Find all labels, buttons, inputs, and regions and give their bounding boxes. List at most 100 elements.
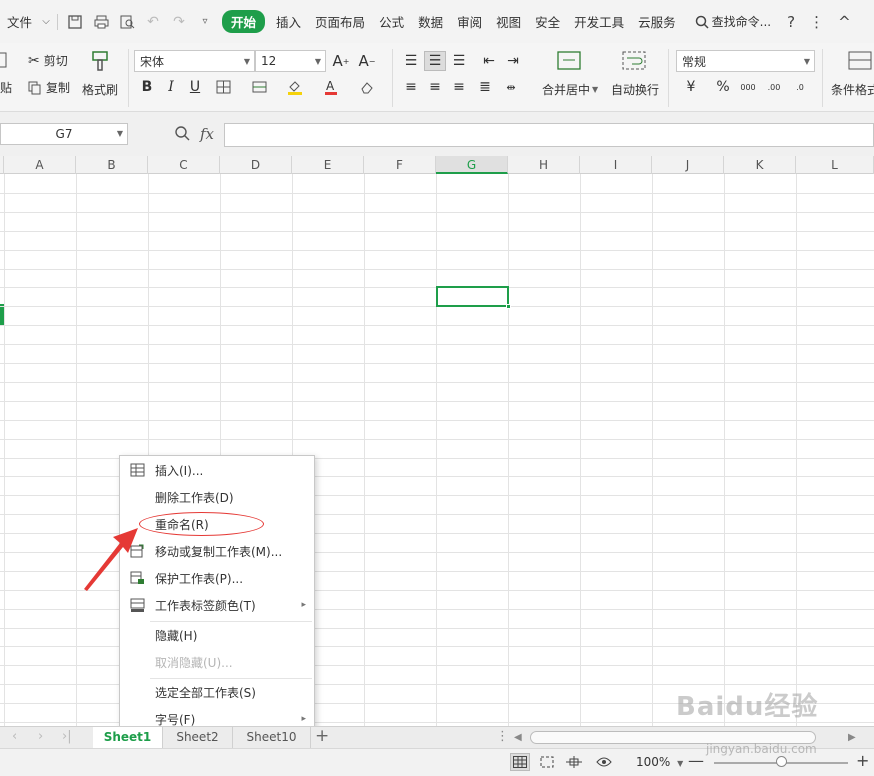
- underline-icon[interactable]: U: [184, 77, 206, 97]
- tab-cloud[interactable]: 云服务: [631, 12, 683, 31]
- cell-style-icon[interactable]: [248, 77, 270, 97]
- reading-mode-icon[interactable]: [564, 753, 584, 771]
- print-preview-icon[interactable]: [114, 11, 140, 33]
- menu-item-tab-color[interactable]: 工作表标签颜色(T) ▸: [120, 593, 314, 617]
- align-middle-icon[interactable]: ☰: [424, 51, 446, 71]
- zoom-slider-knob[interactable]: [776, 756, 787, 767]
- format-painter-button[interactable]: 格式刷: [82, 81, 118, 98]
- column-header[interactable]: A: [4, 156, 76, 174]
- paste-button[interactable]: 贴: [0, 79, 12, 96]
- tab-data[interactable]: 数据: [411, 12, 450, 31]
- number-format-select[interactable]: 常规 ▼: [676, 50, 815, 72]
- customize-icon[interactable]: ▿: [192, 11, 218, 33]
- justify-icon[interactable]: ≣: [474, 77, 496, 97]
- command-search[interactable]: 查找命令...: [695, 13, 771, 30]
- copy-button[interactable]: 复制: [28, 79, 70, 96]
- menu-item-hide[interactable]: 隐藏(H): [120, 623, 314, 647]
- prev-sheet-icon[interactable]: ›: [38, 729, 43, 744]
- fx-icon[interactable]: fx: [200, 125, 214, 143]
- font-color-icon[interactable]: A: [320, 77, 342, 97]
- menu-item-delete-sheet[interactable]: 删除工作表(D): [120, 485, 314, 509]
- collapse-ribbon-icon[interactable]: ^: [838, 13, 851, 31]
- eye-protection-icon[interactable]: [594, 753, 614, 771]
- sheet-tab-sheet2[interactable]: Sheet2: [163, 727, 233, 748]
- align-top-icon[interactable]: ☰: [400, 51, 422, 71]
- column-header[interactable]: K: [724, 156, 796, 174]
- font-size-select[interactable]: 12 ▼: [255, 50, 326, 72]
- scroll-right-icon[interactable]: ▶: [848, 732, 856, 743]
- merge-center-button[interactable]: 合并居中 ▼: [542, 81, 598, 98]
- redo-icon[interactable]: ↷: [166, 11, 192, 33]
- italic-icon[interactable]: I: [160, 77, 182, 97]
- tab-developer[interactable]: 开发工具: [567, 12, 631, 31]
- column-header[interactable]: F: [364, 156, 436, 174]
- fill-handle[interactable]: [506, 304, 511, 309]
- zoom-level[interactable]: 100% ▼: [636, 755, 683, 769]
- currency-icon[interactable]: ¥: [680, 77, 702, 97]
- undo-icon[interactable]: ↶: [140, 11, 166, 33]
- align-center-icon[interactable]: ≡: [424, 77, 446, 97]
- chevron-down-icon[interactable]: ⌵: [39, 11, 53, 33]
- column-header[interactable]: H: [508, 156, 580, 174]
- menu-item-move-copy[interactable]: 移动或复制工作表(M)...: [120, 539, 314, 563]
- tab-security[interactable]: 安全: [528, 12, 567, 31]
- tab-start[interactable]: 开始: [222, 10, 266, 33]
- column-header[interactable]: C: [148, 156, 220, 174]
- bold-icon[interactable]: B: [136, 77, 158, 97]
- percent-icon[interactable]: %: [712, 77, 734, 97]
- align-left-icon[interactable]: ≡: [400, 77, 422, 97]
- normal-view-icon[interactable]: [510, 753, 530, 771]
- decrease-font-icon[interactable]: A −: [356, 51, 378, 71]
- eraser-icon[interactable]: [356, 77, 378, 97]
- add-sheet-button[interactable]: +: [315, 726, 329, 746]
- active-cell[interactable]: [436, 286, 511, 309]
- scroll-left-icon[interactable]: ◀: [514, 732, 522, 743]
- more-icon[interactable]: ⋮: [809, 13, 824, 31]
- font-name-select[interactable]: 宋体 ▼: [134, 50, 255, 72]
- decrease-indent-icon[interactable]: ⇤: [478, 51, 500, 71]
- column-header[interactable]: E: [292, 156, 364, 174]
- sheet-tab-sheet10[interactable]: Sheet10: [233, 727, 311, 748]
- zoom-in-button[interactable]: +: [856, 751, 869, 770]
- menu-file[interactable]: 文件: [0, 12, 39, 31]
- zoom-search-icon[interactable]: [174, 125, 190, 145]
- last-sheet-icon[interactable]: ›|: [62, 729, 72, 744]
- column-header[interactable]: B: [76, 156, 148, 174]
- menu-item-insert[interactable]: 插入(I)...: [120, 458, 314, 482]
- first-sheet-icon[interactable]: ‹: [12, 729, 17, 744]
- thousands-icon[interactable]: 000: [737, 77, 759, 97]
- distributed-icon[interactable]: ⇹: [500, 77, 522, 97]
- column-header-active[interactable]: G: [436, 156, 508, 174]
- sheet-tab-sheet1[interactable]: Sheet1: [93, 727, 163, 748]
- tab-page-layout[interactable]: 页面布局: [308, 12, 372, 31]
- name-box[interactable]: G7 ▼: [0, 123, 128, 145]
- decrease-decimal-icon[interactable]: .0: [789, 77, 811, 97]
- increase-font-icon[interactable]: A +: [330, 51, 352, 71]
- menu-item-select-all-sheets[interactable]: 选定全部工作表(S): [120, 680, 314, 704]
- save-icon[interactable]: [62, 11, 88, 33]
- conditional-format-button[interactable]: 条件格式: [831, 81, 874, 98]
- tab-formulas[interactable]: 公式: [372, 12, 411, 31]
- page-break-view-icon[interactable]: [537, 753, 557, 771]
- cut-button[interactable]: ✂ 剪切: [28, 52, 68, 69]
- increase-decimal-icon[interactable]: .00: [763, 77, 785, 97]
- zoom-out-button[interactable]: —: [688, 751, 704, 770]
- tab-review[interactable]: 审阅: [450, 12, 489, 31]
- tab-insert[interactable]: 插入: [269, 12, 308, 31]
- formula-input[interactable]: [224, 123, 874, 147]
- wrap-text-button[interactable]: 自动换行: [611, 81, 659, 98]
- increase-indent-icon[interactable]: ⇥: [502, 51, 524, 71]
- print-icon[interactable]: [88, 11, 114, 33]
- column-header[interactable]: L: [796, 156, 874, 174]
- fill-color-icon[interactable]: [284, 77, 306, 97]
- align-bottom-icon[interactable]: ☰: [448, 51, 470, 71]
- column-header[interactable]: D: [220, 156, 292, 174]
- column-header[interactable]: I: [580, 156, 652, 174]
- align-right-icon[interactable]: ≡: [448, 77, 470, 97]
- help-icon[interactable]: ?: [787, 13, 795, 31]
- column-header[interactable]: J: [652, 156, 724, 174]
- tab-view[interactable]: 视图: [489, 12, 528, 31]
- borders-icon[interactable]: [212, 77, 234, 97]
- menu-item-protect[interactable]: 保护工作表(P)...: [120, 566, 314, 590]
- scroll-divider-icon[interactable]: ⋮: [496, 729, 509, 744]
